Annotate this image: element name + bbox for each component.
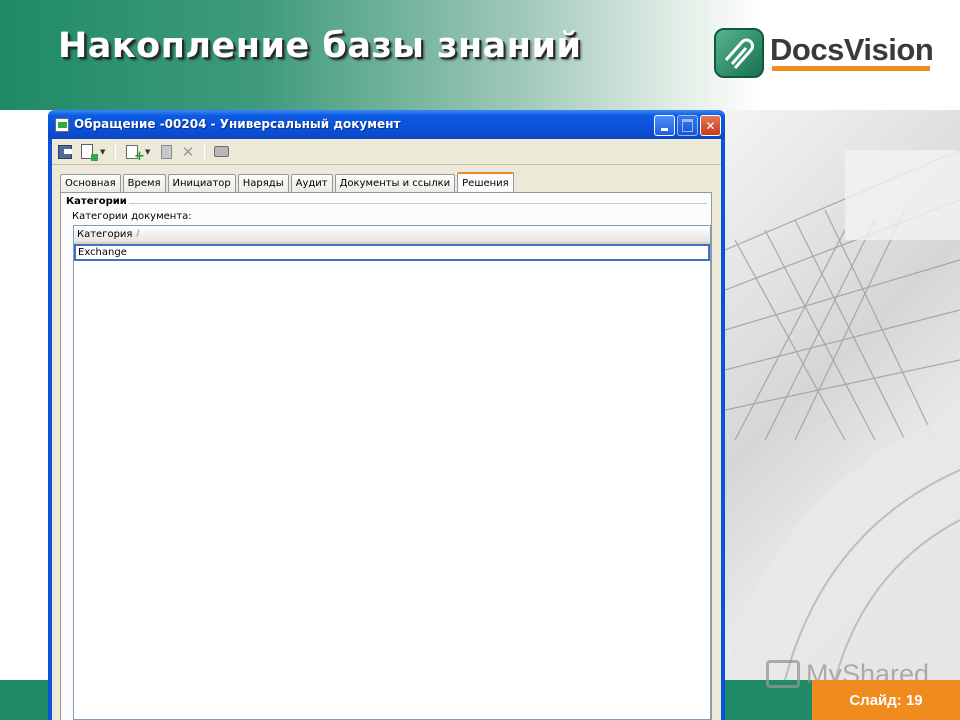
tab-strip: Основная Время Инициатор Наряды Аудит До… [60, 172, 516, 193]
categories-grid[interactable]: Категория / Exchange [73, 225, 711, 720]
tab-vremya[interactable]: Время [122, 174, 166, 192]
toolbar: ▼ ▼ ✕ [52, 139, 721, 165]
toolbar-separator [204, 142, 205, 161]
tab-panel-resheniya: Категории Категории документа: Категория… [60, 193, 712, 720]
tab-documents-links[interactable]: Документы и ссылки [334, 174, 456, 192]
clipboard-icon[interactable] [157, 143, 175, 161]
column-header-category: Категория [77, 228, 133, 240]
logo-text: DocsVision [770, 32, 934, 67]
logo-underline [772, 66, 930, 71]
sort-indicator-icon: / [136, 229, 140, 239]
save-as-dropdown-icon[interactable]: ▼ [100, 148, 108, 156]
section-divider [129, 203, 707, 204]
watermark-cart-icon [766, 660, 800, 688]
save-icon[interactable] [56, 143, 74, 161]
logo-mark-icon [714, 28, 764, 78]
new-dropdown-icon[interactable]: ▼ [145, 148, 153, 156]
window-titlebar[interactable]: Обращение -00204 - Универсальный докумен… [48, 110, 725, 139]
table-cell: Exchange [78, 247, 127, 258]
print-icon[interactable] [212, 143, 230, 161]
tab-initiator[interactable]: Инициатор [167, 174, 236, 192]
slide-header: Накопление базы знаний DocsVision [0, 0, 960, 110]
slide-number: Слайд: 19 [812, 680, 960, 720]
toolbar-separator [115, 142, 116, 161]
document-app-icon[interactable] [55, 118, 69, 132]
table-row[interactable]: Exchange [74, 244, 710, 261]
tab-naryady[interactable]: Наряды [237, 174, 289, 192]
field-label: Категории документа: [72, 211, 192, 222]
decorative-architecture-image [725, 110, 960, 680]
tab-osnovnaya[interactable]: Основная [60, 174, 121, 192]
minimize-icon[interactable] [654, 115, 675, 136]
docsvision-logo: DocsVision [714, 28, 934, 84]
window-title: Обращение -00204 - Универсальный докумен… [74, 117, 401, 131]
new-icon[interactable] [123, 143, 145, 164]
delete-icon[interactable]: ✕ [179, 143, 197, 161]
maximize-icon[interactable] [677, 115, 698, 136]
tab-audit[interactable]: Аудит [290, 174, 333, 192]
tab-resheniya[interactable]: Решения [457, 172, 514, 193]
section-title: Категории [66, 196, 127, 207]
grid-column-header[interactable]: Категория / [74, 226, 710, 244]
document-window: Обращение -00204 - Универсальный докумен… [48, 110, 725, 720]
slide-title: Накопление базы знаний [58, 26, 582, 66]
save-as-icon[interactable] [78, 143, 98, 161]
window-client-area: ▼ ▼ ✕ Основная Время Инициатор Наряды Ау… [52, 139, 721, 720]
close-icon[interactable]: ✕ [700, 115, 721, 136]
